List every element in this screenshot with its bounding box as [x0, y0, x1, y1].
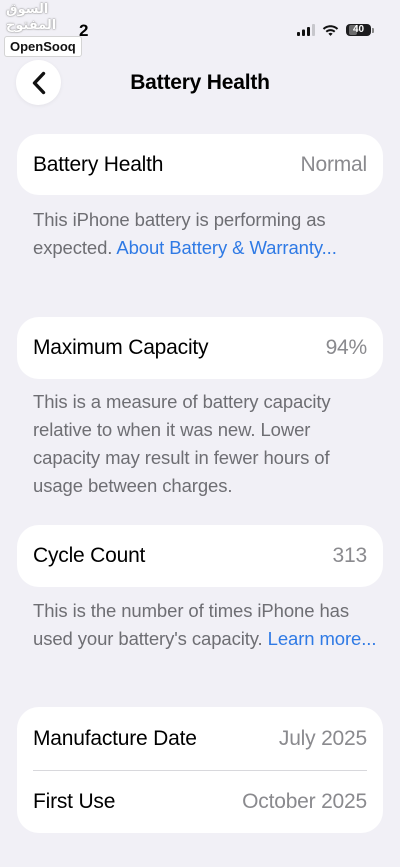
- cycle-count-value: 313: [332, 544, 368, 567]
- battery-nub: [372, 27, 374, 33]
- battery-health-label: Battery Health: [33, 152, 164, 176]
- maximum-capacity-value: 94%: [325, 336, 368, 359]
- cellular-signal-icon: [297, 24, 315, 36]
- dates-card: Manufacture Date July 2025 First Use Oct…: [17, 707, 383, 833]
- first-use-label: First Use: [33, 790, 116, 813]
- first-use-value: October 2025: [242, 790, 367, 813]
- maximum-capacity-row: Maximum Capacity 94%: [17, 317, 383, 379]
- first-use-row: First Use October 2025: [17, 771, 383, 833]
- page-title: Battery Health: [130, 71, 270, 94]
- maximum-capacity-description: This is a measure of battery capacity re…: [33, 391, 331, 496]
- cycle-count-label: Cycle Count: [33, 544, 146, 567]
- learn-more-link[interactable]: Learn more...: [268, 628, 377, 649]
- cycle-count-row: Cycle Count 313: [17, 525, 383, 587]
- status-icons: 40: [297, 21, 374, 39]
- battery-health-row[interactable]: Battery Health Normal: [17, 134, 383, 195]
- battery-health-value: Normal: [300, 152, 368, 176]
- battery-percent: 40: [352, 24, 365, 35]
- manufacture-date-label: Manufacture Date: [33, 726, 197, 750]
- battery-health-card[interactable]: Battery Health Normal: [17, 134, 383, 195]
- maximum-capacity-card: Maximum Capacity 94%: [17, 317, 383, 379]
- maximum-capacity-label: Maximum Capacity: [33, 336, 209, 359]
- wifi-icon: [322, 25, 339, 36]
- status-time: 2: [79, 21, 89, 40]
- cycle-count-card: Cycle Count 313: [17, 525, 383, 587]
- manufacture-date-value: July 2025: [278, 726, 367, 750]
- about-battery-warranty-link[interactable]: About Battery & Warranty...: [116, 237, 337, 258]
- battery-health-description: This iPhone battery is performing as exp…: [33, 206, 378, 262]
- manufacture-date-row: Manufacture Date July 2025: [17, 707, 383, 770]
- status-bar: السوق المفتوح OpenSooq 2 40: [0, 0, 400, 57]
- cycle-count-description: This is the number of times iPhone has u…: [33, 597, 378, 653]
- watermark-brand-text: OpenSooq: [4, 36, 82, 57]
- battery-icon: 40: [346, 24, 371, 36]
